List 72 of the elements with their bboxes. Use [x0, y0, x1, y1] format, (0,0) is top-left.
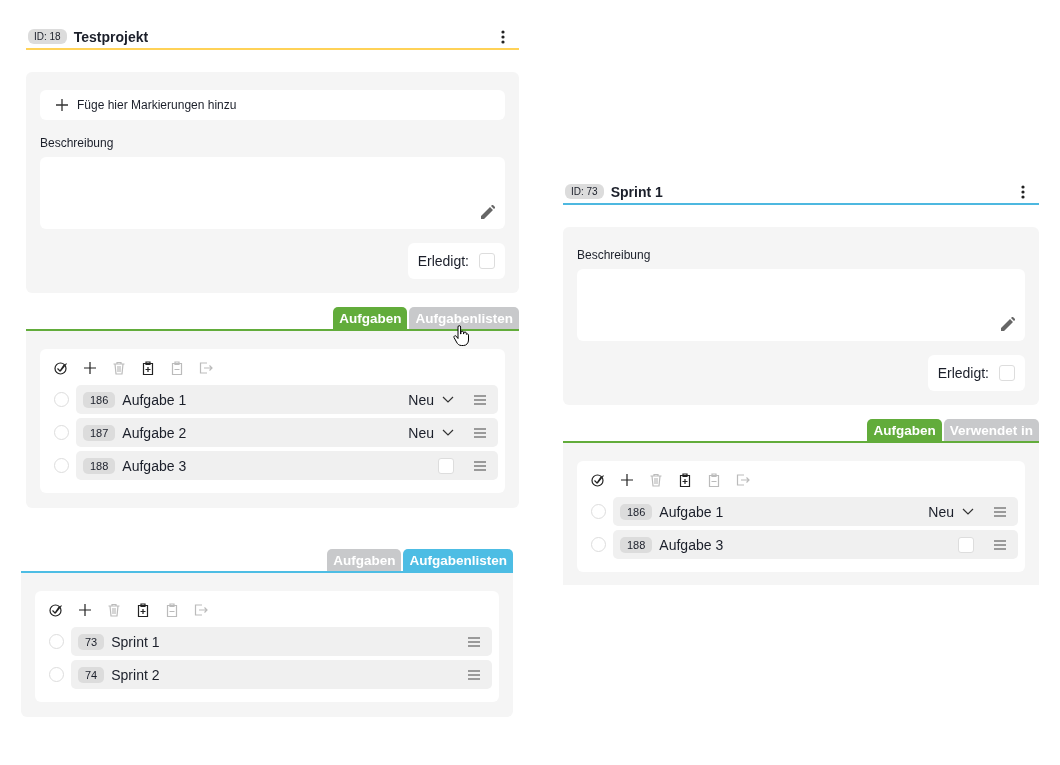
done-checkbox[interactable] — [479, 253, 495, 269]
status-dropdown[interactable]: Neu — [408, 424, 454, 441]
id-badge: 186 — [620, 503, 653, 520]
paste-icon[interactable] — [136, 603, 150, 617]
id-badge: 187 — [83, 424, 116, 441]
select-radio[interactable] — [49, 667, 64, 682]
description-label: Beschreibung — [577, 248, 652, 262]
list-item[interactable]: 188 Aufgabe 3 — [613, 530, 1018, 559]
done-toggle[interactable]: Erledigt: — [407, 243, 505, 279]
status-dropdown[interactable]: Neu — [408, 391, 454, 408]
id-badge: 74 — [78, 666, 105, 683]
more-icon[interactable] — [1021, 184, 1025, 199]
list-item[interactable]: 187 Aufgabe 2 Neu — [76, 418, 498, 447]
done-label: Erledigt: — [417, 253, 469, 269]
select-radio[interactable] — [591, 504, 606, 519]
add-icon[interactable] — [78, 603, 92, 617]
done-checkbox[interactable] — [999, 365, 1015, 381]
chevron-down-icon — [442, 429, 454, 436]
id-badge: 73 — [78, 633, 105, 650]
item-name: Aufgabe 1 — [659, 503, 724, 520]
select-radio[interactable] — [591, 537, 606, 552]
list-item[interactable]: 73 Sprint 1 — [71, 627, 492, 656]
chevron-down-icon — [442, 396, 454, 403]
check-all-icon[interactable] — [54, 361, 68, 375]
check-all-icon[interactable] — [591, 473, 605, 487]
menu-icon[interactable] — [474, 394, 486, 405]
select-radio[interactable] — [54, 392, 69, 407]
pencil-icon[interactable] — [1001, 317, 1015, 331]
check-all-icon[interactable] — [49, 603, 63, 617]
item-name: Sprint 2 — [111, 666, 160, 683]
done-toggle[interactable]: Erledigt: — [927, 355, 1025, 391]
item-name: Aufgabe 3 — [122, 457, 187, 474]
pencil-icon[interactable] — [481, 205, 495, 219]
id-badge: 188 — [83, 457, 116, 474]
item-checkbox[interactable] — [958, 536, 974, 553]
menu-icon[interactable] — [474, 460, 486, 471]
list-item[interactable]: 74 Sprint 2 — [71, 660, 492, 689]
select-radio[interactable] — [49, 634, 64, 649]
id-badge: ID: 18 — [28, 29, 67, 44]
id-badge: 186 — [83, 391, 116, 408]
add-icon[interactable] — [620, 473, 634, 487]
menu-icon[interactable] — [474, 427, 486, 438]
menu-icon[interactable] — [468, 636, 480, 647]
description-field[interactable] — [40, 157, 505, 229]
add-tag-button[interactable]: Füge hier Markierungen hinzu — [40, 90, 505, 120]
done-label: Erledigt: — [937, 365, 989, 381]
item-name: Aufgabe 2 — [122, 424, 187, 441]
list-item[interactable]: 188 Aufgabe 3 — [76, 451, 498, 480]
chevron-down-icon — [962, 508, 974, 515]
item-checkbox[interactable] — [438, 457, 454, 474]
paste-icon[interactable] — [141, 361, 155, 375]
item-name: Aufgabe 3 — [659, 536, 724, 553]
description-field[interactable] — [577, 269, 1025, 341]
menu-icon[interactable] — [468, 669, 480, 680]
plus-icon — [56, 99, 68, 111]
menu-icon[interactable] — [994, 539, 1006, 550]
status-dropdown[interactable]: Neu — [928, 503, 974, 520]
item-name: Aufgabe 1 — [122, 391, 187, 408]
id-badge: ID: 73 — [565, 184, 604, 199]
panel-title: Testprojekt — [73, 28, 149, 45]
list-item[interactable]: 186 Aufgabe 1 Neu — [613, 497, 1018, 526]
add-icon[interactable] — [83, 361, 97, 375]
id-badge: 188 — [620, 536, 653, 553]
menu-icon[interactable] — [994, 506, 1006, 517]
description-label: Beschreibung — [40, 136, 115, 150]
select-radio[interactable] — [54, 425, 69, 440]
panel-title: Sprint 1 — [610, 183, 663, 200]
select-radio[interactable] — [54, 458, 69, 473]
more-icon[interactable] — [501, 29, 505, 44]
paste-icon[interactable] — [678, 473, 692, 487]
list-item[interactable]: 186 Aufgabe 1 Neu — [76, 385, 498, 414]
item-name: Sprint 1 — [111, 633, 160, 650]
